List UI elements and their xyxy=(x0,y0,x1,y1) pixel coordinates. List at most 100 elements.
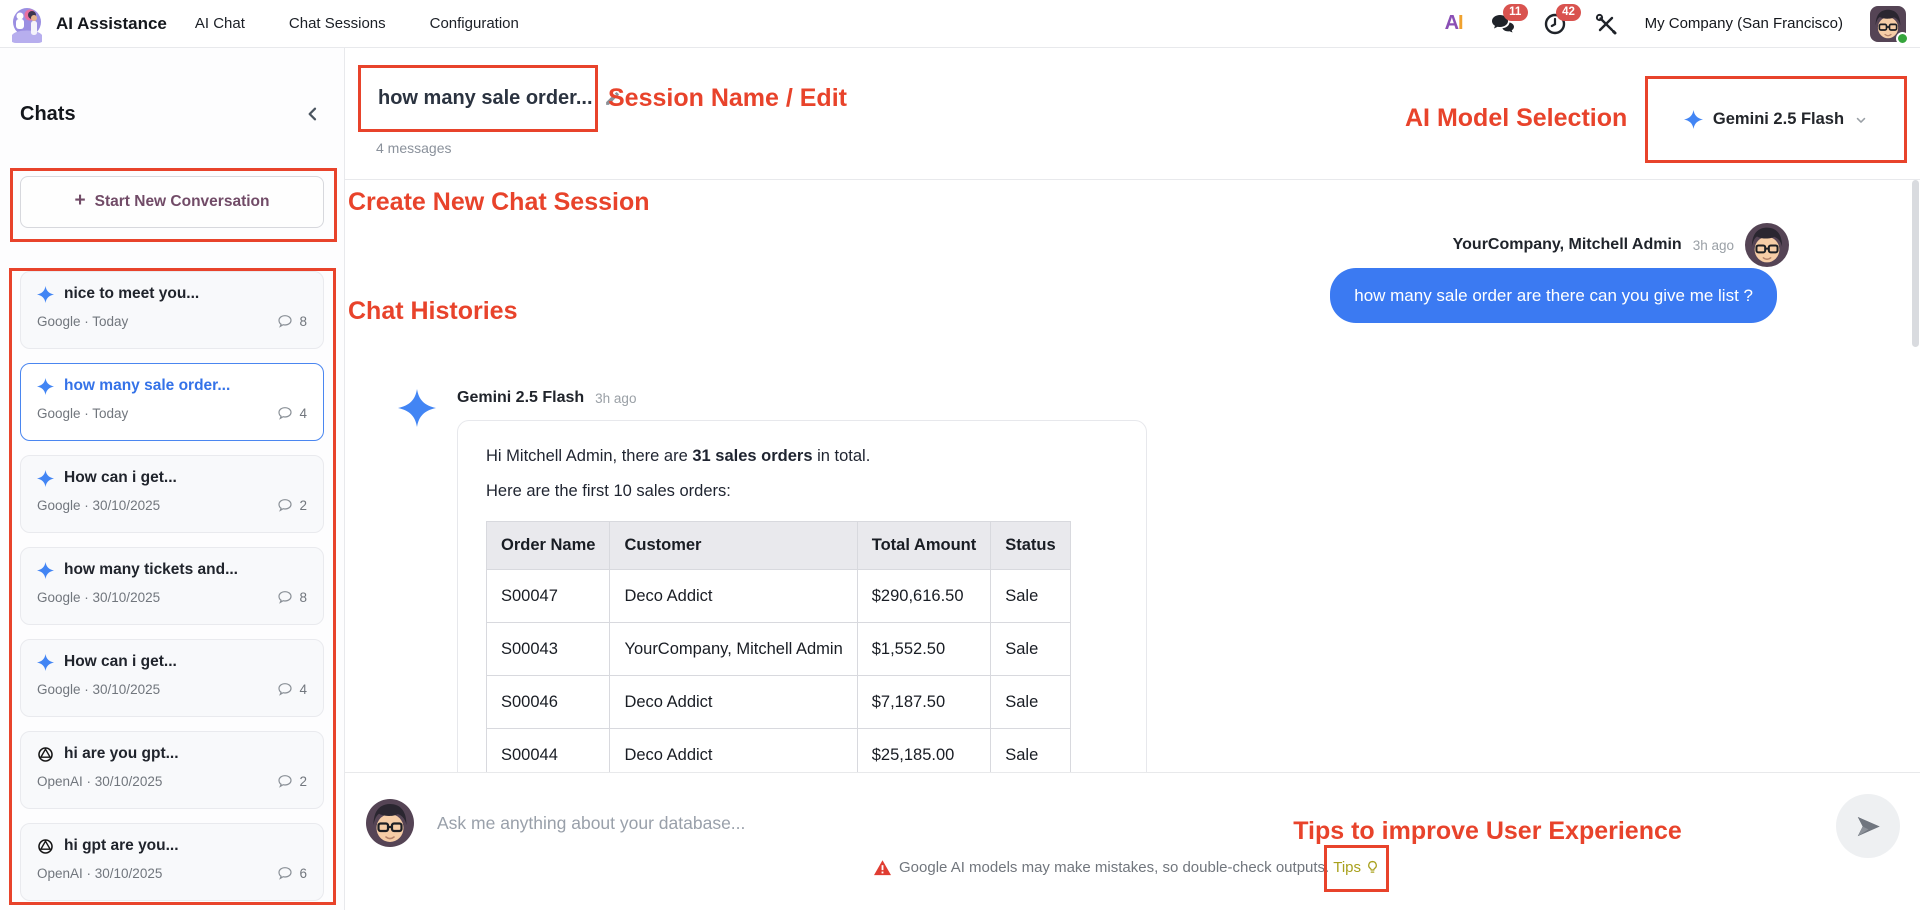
gemini-sparkle-icon xyxy=(37,378,54,395)
chat-session-title: hi are you gpt... xyxy=(64,745,179,763)
chat-session-item[interactable]: hi are you gpt... OpenAI · 30/10/2025 2 xyxy=(20,731,324,809)
sales-order-total: 31 sales orders xyxy=(692,447,812,465)
chat-session-item[interactable]: nice to meet you... Google · Today 8 xyxy=(20,271,324,349)
gemini-sparkle-icon xyxy=(37,654,54,671)
table-row: S00043YourCompany, Mitchell Admin$1,552.… xyxy=(487,623,1071,676)
session-header: how many sale order... 4 messages Sessio… xyxy=(345,48,1920,180)
tools-icon[interactable] xyxy=(1594,12,1618,36)
app-title: AI Assistance xyxy=(56,14,167,34)
table-cell: Sale xyxy=(991,623,1070,676)
chat-session-title: how many tickets and... xyxy=(64,561,238,579)
ai-message-time: 3h ago xyxy=(595,391,636,406)
warning-icon xyxy=(874,860,891,876)
comment-bubble-icon xyxy=(277,773,293,789)
comment-bubble-icon xyxy=(277,681,293,697)
activities-badge: 42 xyxy=(1556,4,1582,21)
chat-session-title: how many sale order... xyxy=(64,377,230,395)
menu-chat-sessions[interactable]: Chat Sessions xyxy=(289,15,386,32)
table-cell: Sale xyxy=(991,676,1070,729)
app-brand[interactable]: AI Assistance xyxy=(8,5,167,43)
sales-orders-table: Order NameCustomerTotal AmountStatus S00… xyxy=(486,521,1071,772)
table-header-cell: Customer xyxy=(610,522,857,570)
user-message-avatar xyxy=(1745,223,1789,267)
main-menu: AI Chat Chat Sessions Configuration xyxy=(195,15,519,32)
chat-session-item[interactable]: how many tickets and... Google · 30/10/2… xyxy=(20,547,324,625)
plus-icon: + xyxy=(75,190,86,212)
ai-response-line2: Here are the first 10 sales orders: xyxy=(486,482,1118,501)
table-cell: $25,185.00 xyxy=(857,729,990,773)
chat-session-count: 8 xyxy=(277,313,307,329)
table-cell: Deco Addict xyxy=(610,729,857,773)
chat-session-count: 2 xyxy=(277,497,307,513)
chat-session-item[interactable]: How can i get... Google · 30/10/2025 2 xyxy=(20,455,324,533)
chat-session-meta: Google · 30/10/2025 xyxy=(37,498,160,513)
tips-link[interactable]: Tips Tips to improve User Experience xyxy=(1333,859,1379,876)
table-cell: $1,552.50 xyxy=(857,623,990,676)
menu-configuration[interactable]: Configuration xyxy=(430,15,519,32)
chat-session-item[interactable]: how many sale order... Google · Today 4 xyxy=(20,363,324,441)
chevron-down-icon xyxy=(1854,113,1868,127)
lightbulb-icon xyxy=(1366,860,1379,875)
chats-sidebar: Chats + Start New Conversation nice to m… xyxy=(0,48,345,910)
table-cell: YourCompany, Mitchell Admin xyxy=(610,623,857,676)
edit-session-name-icon[interactable] xyxy=(604,90,621,107)
ai-disclaimer: Google AI models may make mistakes, so d… xyxy=(874,859,1379,876)
table-row: S00046Deco Addict$7,187.50Sale xyxy=(487,676,1071,729)
online-status-dot xyxy=(1896,32,1909,45)
chat-session-item[interactable]: hi gpt are you... OpenAI · 30/10/2025 6 xyxy=(20,823,324,901)
start-new-conversation-button[interactable]: + Start New Conversation xyxy=(20,176,324,228)
messages-scroll-area[interactable]: Create New Chat Session Chat Histories Y… xyxy=(345,180,1920,772)
table-row: S00044Deco Addict$25,185.00Sale xyxy=(487,729,1071,773)
ai-assistance-app: AI Assistance AI Chat Chat Sessions Conf… xyxy=(0,0,1920,910)
comment-bubble-icon xyxy=(277,865,293,881)
openai-icon xyxy=(37,746,54,763)
comment-bubble-icon xyxy=(277,405,293,421)
gemini-sparkle-icon xyxy=(37,286,54,303)
user-message: YourCompany, Mitchell Admin 3h ago how m… xyxy=(1330,223,1789,323)
chat-session-count: 4 xyxy=(277,405,307,421)
chat-history-list: nice to meet you... Google · Today 8 how… xyxy=(20,271,324,901)
sidebar-title: Chats xyxy=(20,103,76,126)
selected-model-label: Gemini 2.5 Flash xyxy=(1713,110,1844,129)
user-message-author: YourCompany, Mitchell Admin xyxy=(1453,236,1682,254)
messages-badge: 11 xyxy=(1503,4,1528,21)
table-cell: S00044 xyxy=(487,729,610,773)
user-avatar[interactable] xyxy=(1870,6,1906,42)
message-input[interactable] xyxy=(437,805,1737,841)
chat-session-title: How can i get... xyxy=(64,469,177,487)
composer-avatar xyxy=(366,799,414,847)
gemini-sparkle-icon xyxy=(37,562,54,579)
chat-session-meta: Google · Today xyxy=(37,406,128,421)
table-cell: $7,187.50 xyxy=(857,676,990,729)
send-button[interactable] xyxy=(1836,794,1900,858)
annotation-chat-histories: Chat Histories xyxy=(348,297,517,326)
annotation-create-new-chat: Create New Chat Session xyxy=(348,188,650,217)
ai-brand-icon[interactable]: AI xyxy=(1445,12,1463,35)
table-header-cell: Total Amount xyxy=(857,522,990,570)
ai-model-selector[interactable]: Gemini 2.5 Flash xyxy=(1645,76,1907,163)
messages-icon[interactable]: 11 xyxy=(1490,12,1516,36)
gemini-sparkle-icon xyxy=(37,470,54,487)
comment-bubble-icon xyxy=(277,497,293,513)
chat-session-meta: Google · 30/10/2025 xyxy=(37,682,160,697)
chat-session-meta: OpenAI · 30/10/2025 xyxy=(37,866,162,881)
company-switcher[interactable]: My Company (San Francisco) xyxy=(1645,15,1843,32)
ai-message: Gemini 2.5 Flash 3h ago Hi Mitchell Admi… xyxy=(398,388,1147,772)
chat-session-count: 4 xyxy=(277,681,307,697)
collapse-sidebar-icon[interactable] xyxy=(302,103,324,125)
chat-session-meta: Google · 30/10/2025 xyxy=(37,590,160,605)
chat-session-item[interactable]: How can i get... Google · 30/10/2025 4 xyxy=(20,639,324,717)
ai-response-card: Hi Mitchell Admin, there are 31 sales or… xyxy=(457,420,1147,772)
paper-plane-icon xyxy=(1855,813,1882,840)
session-name[interactable]: how many sale order... xyxy=(378,87,593,110)
table-header-row: Order NameCustomerTotal AmountStatus xyxy=(487,522,1071,570)
table-cell: Deco Addict xyxy=(610,676,857,729)
table-cell: Sale xyxy=(991,570,1070,623)
table-row: S00047Deco Addict$290,616.50Sale xyxy=(487,570,1071,623)
menu-ai-chat[interactable]: AI Chat xyxy=(195,15,245,32)
activities-clock-icon[interactable]: 42 xyxy=(1543,12,1567,36)
annotation-model-selection: AI Model Selection xyxy=(1405,104,1627,133)
vertical-scrollbar[interactable] xyxy=(1912,180,1919,347)
table-cell: S00043 xyxy=(487,623,610,676)
top-navbar: AI Assistance AI Chat Chat Sessions Conf… xyxy=(0,0,1920,48)
